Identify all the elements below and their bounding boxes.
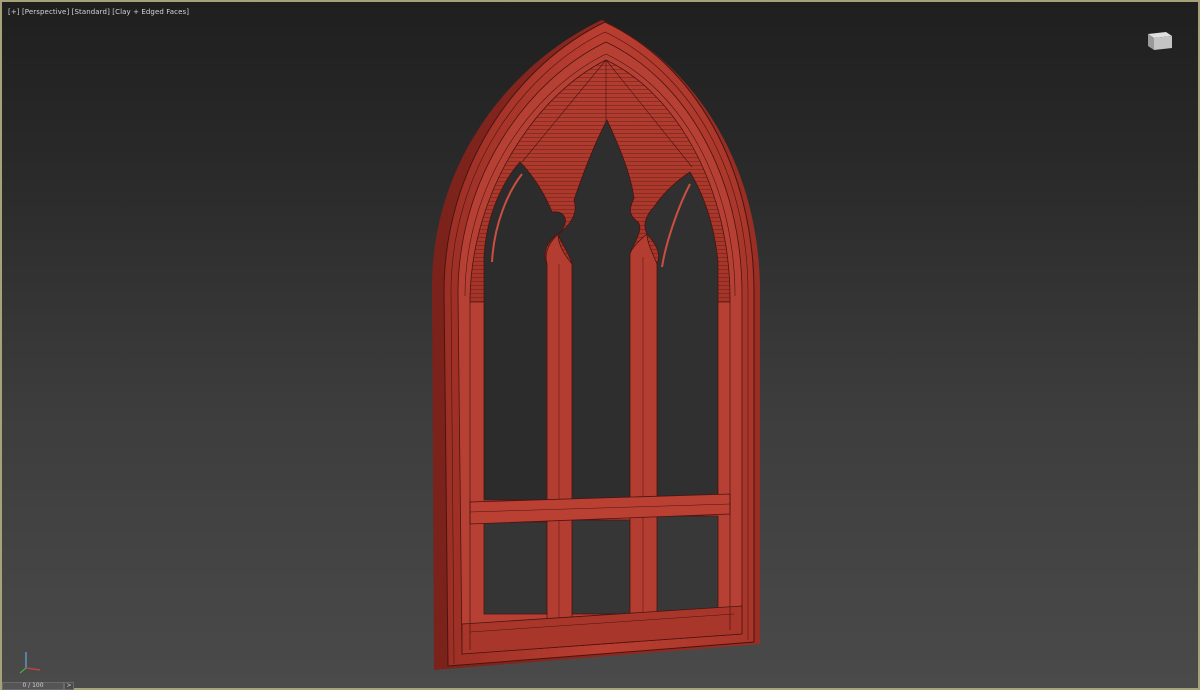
next-frame-button[interactable]: > xyxy=(64,682,74,690)
opening-center-lower-a xyxy=(571,519,631,615)
mullion-right xyxy=(629,233,658,618)
gothic-window-model[interactable] xyxy=(2,2,1198,688)
opening-left-lower xyxy=(483,521,548,615)
viewcube-icon[interactable] xyxy=(1142,26,1176,52)
time-slider-handle[interactable]: 0 / 100 xyxy=(2,682,64,690)
time-slider[interactable]: 0 / 100 > xyxy=(2,682,74,690)
opening-right-lower xyxy=(656,515,719,613)
axis-gizmo-icon xyxy=(19,652,41,674)
perspective-viewport[interactable]: [+] [Perspective] [Standard] [Clay + Edg… xyxy=(0,0,1200,690)
